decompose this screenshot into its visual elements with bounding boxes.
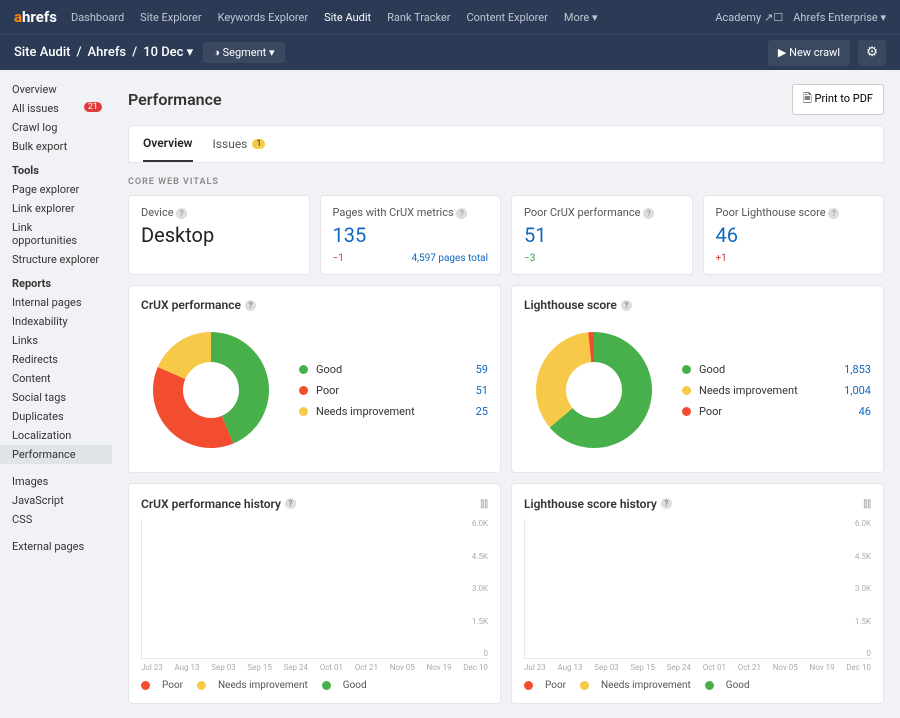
- sidebar-item-links[interactable]: Links: [0, 331, 112, 350]
- sidebar-item-link-opportunities[interactable]: Link opportunities: [0, 218, 112, 250]
- sidebar-heading-reports: Reports: [0, 269, 112, 293]
- checkbox-icon: ☐: [773, 11, 783, 24]
- sidebar-item-bulk-export[interactable]: Bulk export: [0, 137, 112, 156]
- sidebar-item-all-issues[interactable]: All issues21: [0, 99, 112, 118]
- x-axis: Jul 23Aug 13Sep 03Sep 15Sep 24Oct 01Oct …: [141, 663, 488, 672]
- panel-title: CrUX performance history ?⫾⫾: [141, 496, 488, 511]
- section-label: CORE WEB VITALS: [128, 177, 884, 187]
- sidebar-item-performance[interactable]: Performance: [0, 445, 112, 464]
- info-icon[interactable]: ?: [245, 300, 256, 311]
- info-icon[interactable]: ?: [621, 300, 632, 311]
- account-menu[interactable]: Ahrefs Enterprise ▾: [793, 11, 886, 24]
- chart-toggle-icon[interactable]: ⫾⫾: [863, 496, 871, 511]
- new-crawl-button[interactable]: ▶ New crawl: [768, 40, 850, 66]
- metric-crux-pages: Pages with CrUX metrics ? 135 −14,597 pa…: [320, 195, 502, 275]
- panel-title: CrUX performance ?: [141, 298, 488, 312]
- donut-chart: [524, 320, 664, 460]
- legend-row: Poor46: [682, 401, 871, 422]
- tab-overview[interactable]: Overview: [143, 126, 193, 162]
- sidebar-item-duplicates[interactable]: Duplicates: [0, 407, 112, 426]
- sidebar-heading-tools: Tools: [0, 156, 112, 180]
- nav-rank-tracker[interactable]: Rank Tracker: [387, 11, 450, 24]
- sidebar-item-redirects[interactable]: Redirects: [0, 350, 112, 369]
- sidebar-item-external-pages[interactable]: External pages: [0, 537, 112, 556]
- chart-legend: PoorNeeds improvementGood: [524, 680, 871, 691]
- info-icon[interactable]: ?: [643, 208, 654, 219]
- external-icon: ↗: [764, 11, 773, 24]
- panel-crux-performance-history: CrUX performance history ?⫾⫾ 6.0K4.5K3.0…: [128, 483, 501, 704]
- legend-row: Needs improvement25: [299, 401, 488, 422]
- sidebar-item-social-tags[interactable]: Social tags: [0, 388, 112, 407]
- nav-academy[interactable]: Academy: [715, 11, 761, 24]
- sidebar-item-page-explorer[interactable]: Page explorer: [0, 180, 112, 199]
- nav-dashboard[interactable]: Dashboard: [71, 11, 124, 24]
- sidebar-item-localization[interactable]: Localization: [0, 426, 112, 445]
- legend-value[interactable]: 1,853: [844, 363, 871, 376]
- panel-title: Lighthouse score history ?⫾⫾: [524, 496, 871, 511]
- info-icon[interactable]: ?: [285, 498, 296, 509]
- info-icon[interactable]: ?: [661, 498, 672, 509]
- donut-chart: [141, 320, 281, 460]
- panel-lighthouse-score: Lighthouse score ? Good1,853Needs improve…: [511, 285, 884, 473]
- metric-device: Device ? Desktop: [128, 195, 310, 275]
- legend-row: Good1,853: [682, 359, 871, 380]
- print-button[interactable]: 🗎 Print to PDF: [792, 84, 884, 115]
- metric-poor-lh: Poor Lighthouse score ? 46 +1: [703, 195, 885, 275]
- nav-keywords-explorer[interactable]: Keywords Explorer: [218, 11, 309, 24]
- pages-total-link[interactable]: 4,597 pages total: [411, 253, 488, 264]
- bar-chart: 6.0K4.5K3.0K1.5K0: [141, 519, 488, 659]
- legend-value[interactable]: 1,004: [844, 384, 871, 397]
- x-axis: Jul 23Aug 13Sep 03Sep 15Sep 24Oct 01Oct …: [524, 663, 871, 672]
- chart-legend: PoorNeeds improvementGood: [141, 680, 488, 691]
- info-icon[interactable]: ?: [176, 208, 187, 219]
- legend-value[interactable]: 51: [476, 384, 488, 397]
- nav-content-explorer[interactable]: Content Explorer: [467, 11, 548, 24]
- sidebar-item-crawl-log[interactable]: Crawl log: [0, 118, 112, 137]
- info-icon[interactable]: ?: [828, 208, 839, 219]
- sidebar-item-overview[interactable]: Overview: [0, 80, 112, 99]
- date-dropdown[interactable]: 10 Dec ▾: [143, 45, 193, 60]
- segment-button[interactable]: ◑ Segment ▾: [203, 42, 284, 63]
- sidebar-item-content[interactable]: Content: [0, 369, 112, 388]
- legend-value[interactable]: 46: [859, 405, 871, 418]
- metric-poor-crux: Poor CrUX performance ? 51 −3: [511, 195, 693, 275]
- chart-toggle-icon[interactable]: ⫾⫾: [480, 496, 488, 511]
- nav-site-explorer[interactable]: Site Explorer: [140, 11, 201, 24]
- legend-value[interactable]: 59: [476, 363, 488, 376]
- legend-value[interactable]: 25: [476, 405, 488, 418]
- panel-lighthouse-score-history: Lighthouse score history ?⫾⫾ 6.0K4.5K3.0…: [511, 483, 884, 704]
- panel-crux-performance: CrUX performance ? Good59Poor51Needs impr…: [128, 285, 501, 473]
- bar-chart: 6.0K4.5K3.0K1.5K0: [524, 519, 871, 659]
- legend-row: Needs improvement1,004: [682, 380, 871, 401]
- nav-more[interactable]: More ▾: [564, 11, 598, 24]
- settings-button[interactable]: ⚙: [858, 40, 886, 66]
- tab-issues[interactable]: Issues1: [213, 126, 266, 162]
- sidebar-item-javascript[interactable]: JavaScript: [0, 491, 112, 510]
- nav-site-audit[interactable]: Site Audit: [324, 11, 371, 24]
- sidebar-item-indexability[interactable]: Indexability: [0, 312, 112, 331]
- sidebar-item-css[interactable]: CSS: [0, 510, 112, 529]
- logo[interactable]: ahrefs: [14, 8, 57, 26]
- info-icon[interactable]: ?: [456, 208, 467, 219]
- sidebar-item-structure-explorer[interactable]: Structure explorer: [0, 250, 112, 269]
- sidebar-item-link-explorer[interactable]: Link explorer: [0, 199, 112, 218]
- page-title: Performance: [128, 90, 222, 109]
- panel-title: Lighthouse score ?: [524, 298, 871, 312]
- legend-row: Good59: [299, 359, 488, 380]
- sidebar-item-internal-pages[interactable]: Internal pages: [0, 293, 112, 312]
- breadcrumb: Site Audit/ Ahrefs/ 10 Dec ▾: [14, 45, 193, 60]
- sidebar-item-images[interactable]: Images: [0, 472, 112, 491]
- issues-badge: 21: [84, 102, 102, 112]
- gear-icon: ⚙: [866, 45, 878, 60]
- legend-row: Poor51: [299, 380, 488, 401]
